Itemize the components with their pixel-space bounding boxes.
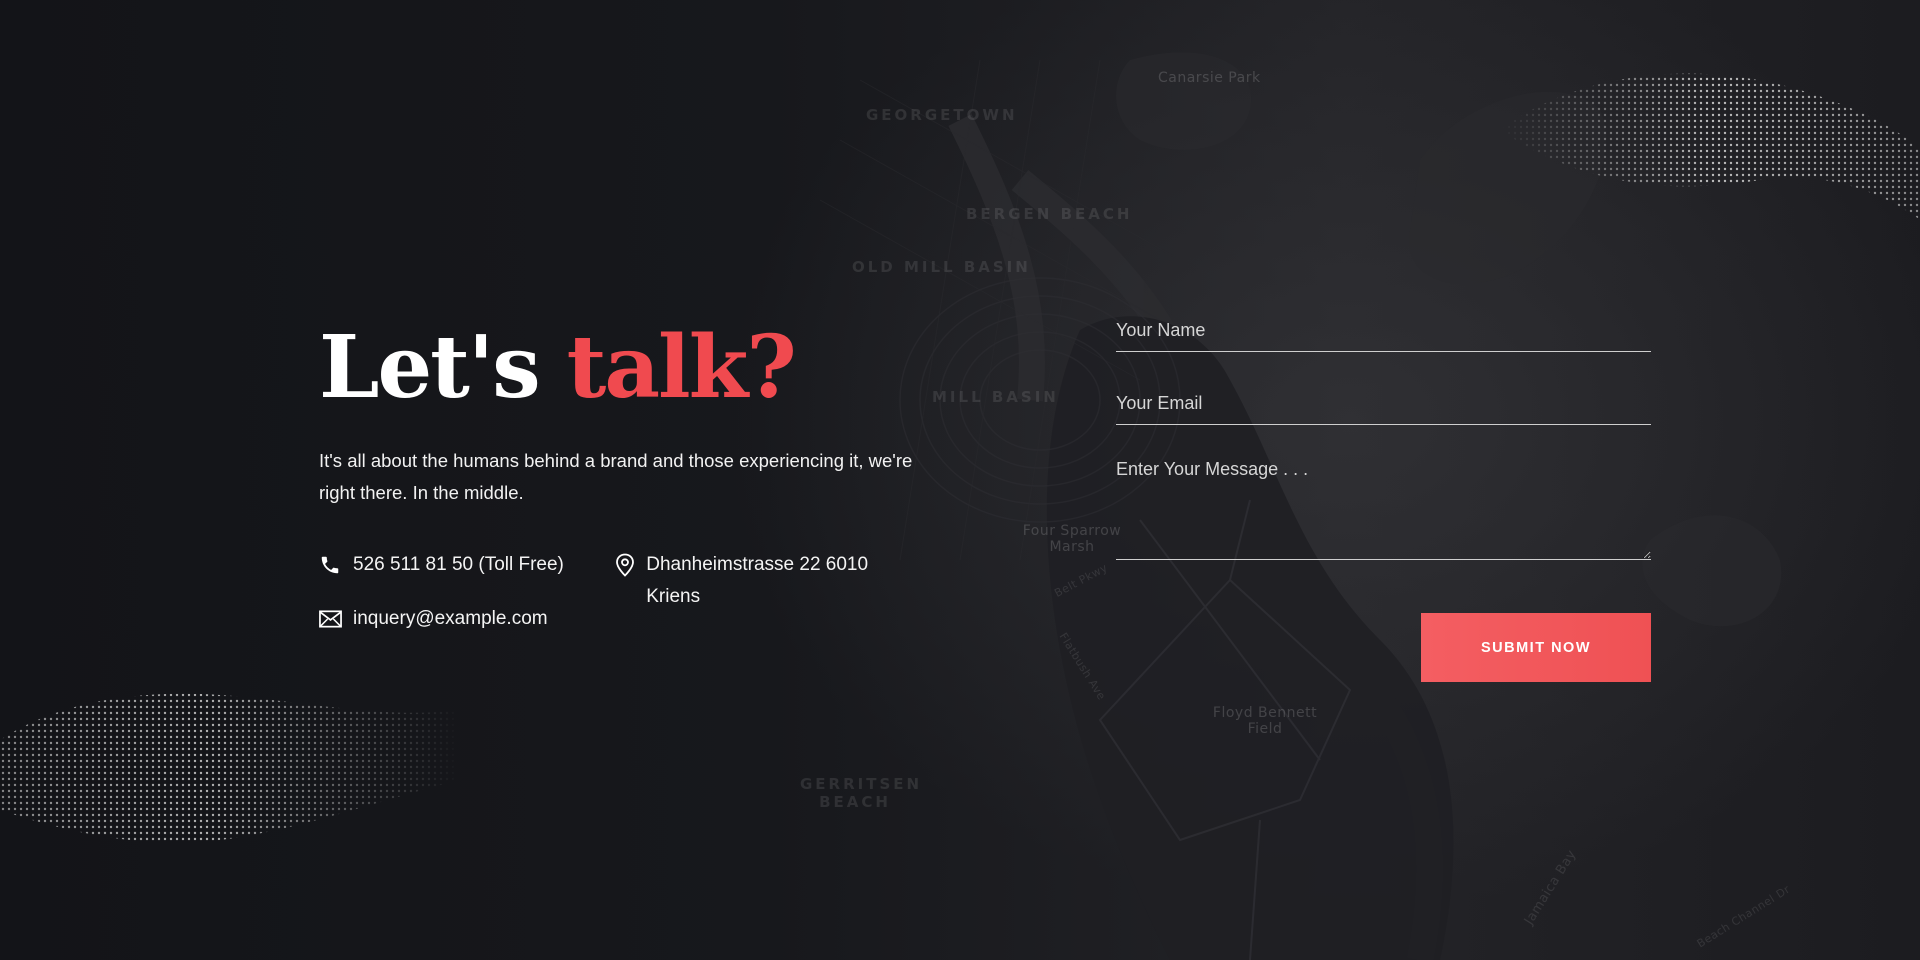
map-label-floyd-bennett-field: Floyd Bennett Field: [1212, 705, 1318, 737]
contact-address: Dhanheimstrasse 22 6010 Kriens: [615, 549, 895, 613]
contact-info-section: Let's talk? It's all about the humans be…: [319, 318, 919, 669]
map-label-georgetown: GEORGETOWN: [866, 106, 1018, 124]
dot-wave-bottom-left: [0, 693, 460, 843]
submit-button[interactable]: SUBMIT NOW: [1421, 613, 1651, 682]
title-part-2: talk?: [566, 317, 797, 418]
message-textarea[interactable]: [1116, 451, 1651, 560]
contact-form: SUBMIT NOW: [1116, 310, 1651, 682]
contact-details: 526 511 81 50 (Toll Free) inquery@exampl…: [319, 549, 919, 669]
intro-text: It's all about the humans behind a brand…: [319, 450, 913, 503]
dot-wave-top-right: [1500, 73, 1920, 220]
map-label-canarsie-park: Canarsie Park: [1158, 70, 1261, 86]
contact-phone: 526 511 81 50 (Toll Free): [319, 549, 564, 581]
phone-text[interactable]: 526 511 81 50 (Toll Free): [353, 549, 564, 581]
email-text[interactable]: inquery@example.com: [353, 603, 548, 635]
map-label-four-sparrow-marsh: Four Sparrow Marsh: [1022, 523, 1122, 555]
page-title: Let's talk?: [319, 318, 919, 418]
map-label-gerritsen-beach: GERRITSEN BEACH: [800, 775, 923, 811]
map-pin-icon: [615, 549, 636, 581]
email-input[interactable]: [1116, 383, 1651, 425]
map-label-mill-basin: MILL BASIN: [932, 388, 1059, 406]
phone-icon: [319, 549, 343, 581]
map-label-old-mill-basin: OLD MILL BASIN: [852, 258, 1031, 276]
envelope-icon: [319, 603, 343, 635]
map-label-bergen-beach: BERGEN BEACH: [966, 205, 1133, 223]
title-part-1: Let's: [319, 317, 541, 418]
address-text: Dhanheimstrasse 22 6010 Kriens: [646, 554, 869, 607]
contact-email: inquery@example.com: [319, 603, 548, 635]
name-input[interactable]: [1116, 310, 1651, 352]
